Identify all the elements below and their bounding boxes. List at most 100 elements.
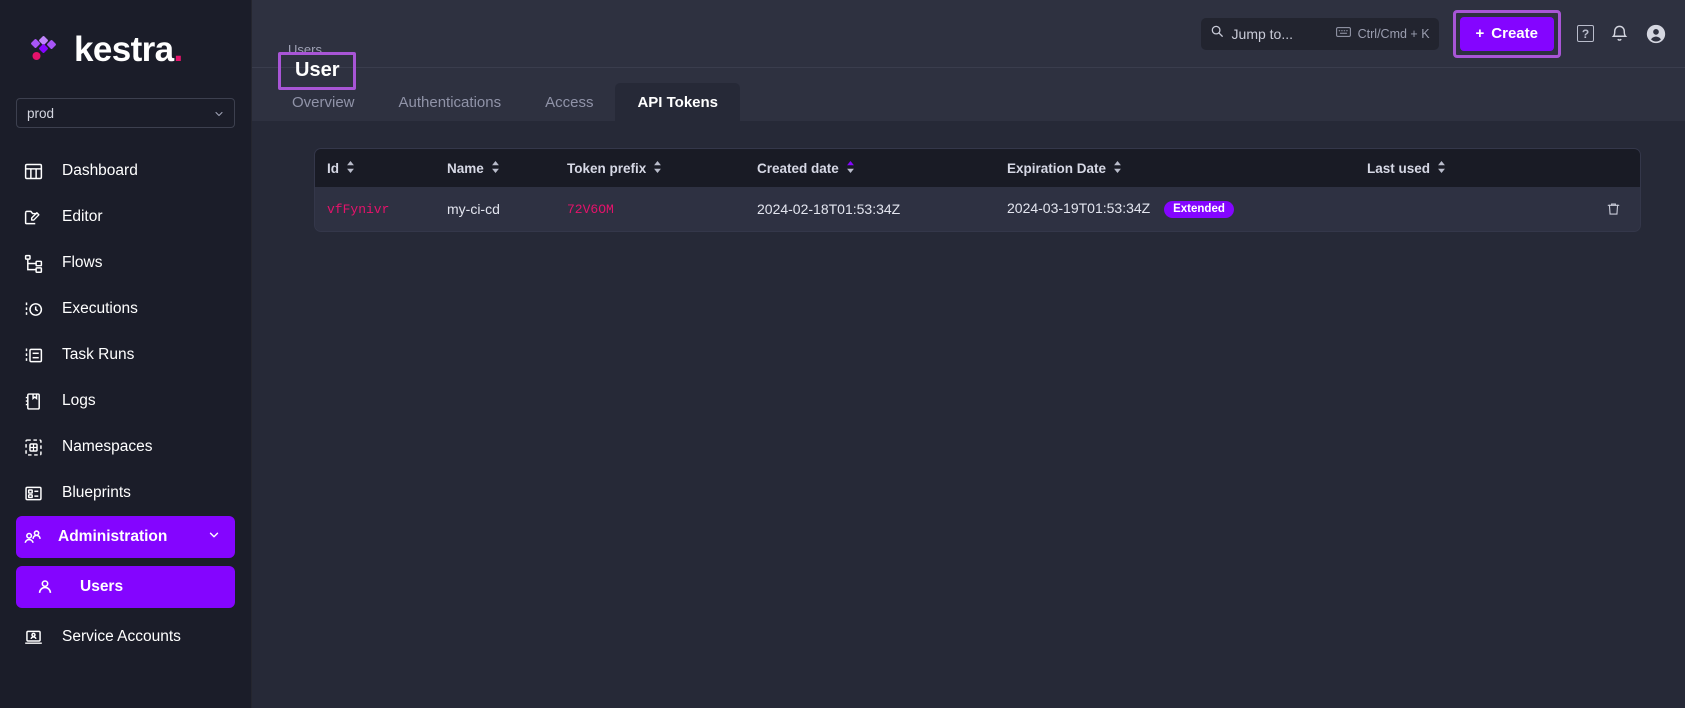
- sort-icon: [491, 161, 500, 176]
- cell-token-prefix: 72V6OM: [555, 187, 745, 231]
- logs-book-icon: [22, 390, 44, 412]
- shortcut-label: Ctrl/Cmd + K: [1358, 27, 1430, 41]
- kestra-logo-icon: [22, 28, 64, 70]
- keyboard-icon: [1336, 25, 1351, 43]
- sidebar-item-users[interactable]: Users: [16, 566, 235, 608]
- account-circle-icon[interactable]: [1645, 23, 1667, 45]
- sidebar-item-label: Logs: [62, 392, 96, 410]
- page-title: User: [295, 59, 339, 81]
- help-button[interactable]: ?: [1577, 25, 1594, 42]
- column-label: Id: [327, 161, 339, 176]
- search-shortcut: Ctrl/Cmd + K: [1336, 25, 1430, 43]
- plus-icon: +: [1476, 25, 1485, 42]
- environment-value: prod: [27, 106, 54, 121]
- flows-icon: [22, 252, 44, 274]
- sidebar-item-label: Blueprints: [62, 484, 131, 502]
- sort-icon-active-asc: [846, 161, 855, 176]
- page-title-highlight: User: [278, 52, 356, 90]
- column-header-actions: [1575, 149, 1640, 187]
- search-input[interactable]: Jump to... Ctrl/Cmd + K: [1201, 18, 1439, 50]
- column-header-created-date[interactable]: Created date: [745, 149, 995, 187]
- sort-icon: [653, 161, 662, 176]
- administration-users-icon: [22, 526, 44, 548]
- sort-icon: [1113, 161, 1122, 176]
- create-button[interactable]: + Create: [1460, 17, 1554, 51]
- search-icon: [1210, 24, 1224, 43]
- cell-actions: [1575, 187, 1640, 231]
- sidebar-item-label: Editor: [62, 208, 103, 226]
- trash-icon[interactable]: [1601, 196, 1626, 222]
- column-label: Expiration Date: [1007, 161, 1106, 176]
- bell-icon[interactable]: [1610, 24, 1629, 43]
- sidebar-item-label: Service Accounts: [62, 628, 181, 646]
- blueprints-icon: [22, 482, 44, 504]
- api-tokens-table: Id Name Token prefix: [314, 148, 1641, 232]
- cell-id[interactable]: vfFynivr: [315, 187, 435, 231]
- sidebar-item-editor[interactable]: Editor: [0, 194, 251, 240]
- create-button-highlight: + Create: [1453, 10, 1561, 58]
- column-label: Name: [447, 161, 484, 176]
- editor-folder-pencil-icon: [22, 206, 44, 228]
- sidebar: kestra. prod Dashboard Editor: [0, 0, 252, 708]
- sort-icon: [1437, 161, 1446, 176]
- sidebar-item-blueprints[interactable]: Blueprints: [0, 470, 251, 516]
- column-header-expiration-date[interactable]: Expiration Date: [995, 149, 1355, 187]
- table-body: vfFynivr my-ci-cd 72V6OM 2024-02-18T01:5…: [315, 187, 1640, 231]
- column-label: Last used: [1367, 161, 1430, 176]
- create-button-label: Create: [1491, 25, 1538, 42]
- column-header-token-prefix[interactable]: Token prefix: [555, 149, 745, 187]
- brand-dot: .: [174, 30, 183, 69]
- table-row[interactable]: vfFynivr my-ci-cd 72V6OM 2024-02-18T01:5…: [315, 187, 1640, 231]
- sort-icon: [346, 161, 355, 176]
- table-header-row: Id Name Token prefix: [315, 149, 1640, 187]
- sidebar-item-service-accounts[interactable]: Service Accounts: [0, 614, 251, 660]
- tab-api-tokens[interactable]: API Tokens: [615, 83, 740, 121]
- task-runs-icon: [22, 344, 44, 366]
- sidebar-item-label: Dashboard: [62, 162, 138, 180]
- sidebar-item-logs[interactable]: Logs: [0, 378, 251, 424]
- tab-bar: Overview Authentications Access API Toke…: [252, 68, 1685, 122]
- sidebar-item-dashboard[interactable]: Dashboard: [0, 148, 251, 194]
- help-button-label: ?: [1582, 27, 1589, 41]
- service-accounts-icon: [22, 626, 44, 648]
- tab-access[interactable]: Access: [523, 83, 615, 121]
- sidebar-item-executions[interactable]: Executions: [0, 286, 251, 332]
- column-header-name[interactable]: Name: [435, 149, 555, 187]
- column-label: Created date: [757, 161, 839, 176]
- content-area: Id Name Token prefix: [252, 122, 1685, 708]
- sidebar-item-label: Users: [80, 578, 123, 596]
- chevron-down-icon: [207, 528, 221, 547]
- tokens-table: Id Name Token prefix: [315, 149, 1640, 231]
- status-badge: Extended: [1164, 201, 1234, 218]
- main-area: Users User Jump to... Ctrl/Cmd + K: [252, 0, 1685, 708]
- cell-last-used: [1355, 187, 1575, 231]
- app-root: kestra. prod Dashboard Editor: [0, 0, 1685, 708]
- executions-clock-icon: [22, 298, 44, 320]
- column-header-last-used[interactable]: Last used: [1355, 149, 1575, 187]
- search-placeholder: Jump to...: [1232, 26, 1293, 42]
- sidebar-item-task-runs[interactable]: Task Runs: [0, 332, 251, 378]
- chevron-down-icon: [213, 108, 224, 119]
- top-bar-actions: Jump to... Ctrl/Cmd + K + Create ?: [1201, 10, 1667, 58]
- sidebar-item-label: Flows: [62, 254, 102, 272]
- tab-authentications[interactable]: Authentications: [377, 83, 524, 121]
- column-header-id[interactable]: Id: [315, 149, 435, 187]
- table-head: Id Name Token prefix: [315, 149, 1640, 187]
- sidebar-item-label: Task Runs: [62, 346, 134, 364]
- environment-selector[interactable]: prod: [16, 98, 235, 128]
- cell-name: my-ci-cd: [435, 187, 555, 231]
- sidebar-item-flows[interactable]: Flows: [0, 240, 251, 286]
- sidebar-item-label: Namespaces: [62, 438, 152, 456]
- sidebar-item-namespaces[interactable]: Namespaces: [0, 424, 251, 470]
- namespaces-icon: [22, 436, 44, 458]
- top-bar: Users User Jump to... Ctrl/Cmd + K: [252, 0, 1685, 68]
- expiration-date-value: 2024-03-19T01:53:34Z: [1007, 200, 1150, 216]
- sidebar-item-label: Administration: [58, 528, 167, 546]
- dashboard-icon: [22, 160, 44, 182]
- cell-created-date: 2024-02-18T01:53:34Z: [745, 187, 995, 231]
- sidebar-item-label: Executions: [62, 300, 138, 318]
- brand-logo[interactable]: kestra.: [0, 0, 251, 98]
- brand-name: kestra.: [74, 32, 183, 67]
- sidebar-item-administration[interactable]: Administration: [16, 516, 235, 558]
- user-icon: [34, 576, 56, 598]
